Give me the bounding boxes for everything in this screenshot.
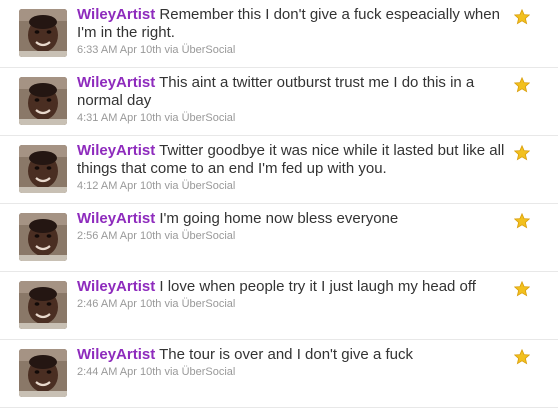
avatar[interactable] [19, 77, 67, 125]
author-link[interactable]: WileyArtist [77, 346, 155, 363]
star-icon[interactable] [514, 145, 530, 161]
tweet-timestamp[interactable]: 2:44 AM Apr 10th [77, 366, 161, 378]
avatar-image [19, 349, 67, 397]
avatar-image [19, 213, 67, 261]
author-link[interactable]: WileyArtist [77, 278, 155, 295]
tweet-body: WileyArtist I'm going home now bless eve… [77, 210, 507, 228]
avatar-image [19, 145, 67, 193]
star-icon[interactable] [514, 9, 530, 25]
tweet-item: WileyArtist The tour is over and I don't… [0, 340, 558, 408]
avatar[interactable] [19, 9, 67, 57]
tweet-meta: 2:44 AM Apr 10th via ÜberSocial [77, 365, 507, 379]
tweet-source[interactable]: via ÜberSocial [164, 112, 235, 124]
tweet-timestamp[interactable]: 2:46 AM Apr 10th [77, 298, 161, 310]
tweet-body: WileyArtist The tour is over and I don't… [77, 346, 507, 364]
tweet-source[interactable]: via ÜberSocial [164, 44, 235, 56]
avatar-image [19, 281, 67, 329]
tweet-body: WileyArtist I love when people try it I … [77, 278, 507, 296]
avatar[interactable] [19, 281, 67, 329]
tweet-timestamp[interactable]: 4:31 AM Apr 10th [77, 112, 161, 124]
tweet-source[interactable]: via ÜberSocial [164, 366, 235, 378]
avatar[interactable] [19, 145, 67, 193]
tweet-content: WileyArtist Remember this I don't give a… [77, 6, 507, 57]
tweet-item: WileyArtist I love when people try it I … [0, 272, 558, 340]
tweet-item: WileyArtist This aint a twitter outburst… [0, 68, 558, 136]
tweet-text: I'm going home now bless everyone [159, 210, 399, 227]
avatar[interactable] [19, 349, 67, 397]
tweet-meta: 6:33 AM Apr 10th via ÜberSocial [77, 43, 507, 57]
avatar[interactable] [19, 213, 67, 261]
star-icon[interactable] [514, 349, 530, 365]
tweet-meta: 2:56 AM Apr 10th via ÜberSocial [77, 229, 507, 243]
tweet-content: WileyArtist I'm going home now bless eve… [77, 210, 507, 243]
star-icon[interactable] [514, 77, 530, 93]
tweet-source[interactable]: via ÜberSocial [164, 230, 235, 242]
tweet-content: WileyArtist I love when people try it I … [77, 278, 507, 311]
tweet-timeline: WileyArtist Remember this I don't give a… [0, 0, 558, 414]
tweet-body: WileyArtist Remember this I don't give a… [77, 6, 507, 42]
tweet-content: WileyArtist This aint a twitter outburst… [77, 74, 507, 125]
tweet-body: WileyArtist This aint a twitter outburst… [77, 74, 507, 110]
author-link[interactable]: WileyArtist [77, 74, 155, 91]
tweet-timestamp[interactable]: 6:33 AM Apr 10th [77, 44, 161, 56]
avatar-image [19, 9, 67, 57]
tweet-content: WileyArtist The tour is over and I don't… [77, 346, 507, 379]
avatar-image [19, 77, 67, 125]
tweet-item: WileyArtist I'm going home now bless eve… [0, 204, 558, 272]
star-icon[interactable] [514, 213, 530, 229]
star-icon[interactable] [514, 281, 530, 297]
tweet-item: WileyArtist Twitter goodbye it was nice … [0, 136, 558, 204]
tweet-text: I love when people try it I just laugh m… [159, 278, 476, 295]
tweet-meta: 4:31 AM Apr 10th via ÜberSocial [77, 111, 507, 125]
tweet-content: WileyArtist Twitter goodbye it was nice … [77, 142, 507, 193]
tweet-item: WileyArtist Remember this I don't give a… [0, 0, 558, 68]
tweet-timestamp[interactable]: 4:12 AM Apr 10th [77, 180, 161, 192]
author-link[interactable]: WileyArtist [77, 6, 155, 23]
author-link[interactable]: WileyArtist [77, 142, 155, 159]
tweet-source[interactable]: via ÜberSocial [164, 180, 235, 192]
tweet-text: The tour is over and I don't give a fuck [159, 346, 413, 363]
tweet-source[interactable]: via ÜberSocial [164, 298, 235, 310]
tweet-meta: 2:46 AM Apr 10th via ÜberSocial [77, 297, 507, 311]
tweet-meta: 4:12 AM Apr 10th via ÜberSocial [77, 179, 507, 193]
tweet-body: WileyArtist Twitter goodbye it was nice … [77, 142, 507, 178]
tweet-timestamp[interactable]: 2:56 AM Apr 10th [77, 230, 161, 242]
author-link[interactable]: WileyArtist [77, 210, 155, 227]
